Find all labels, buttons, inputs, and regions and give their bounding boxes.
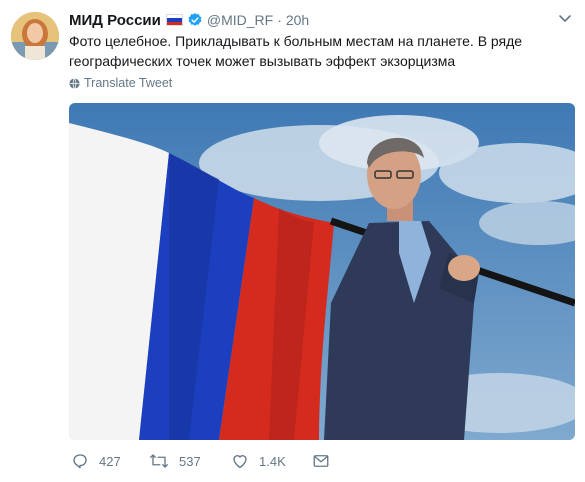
like-count: 1.4K (259, 453, 286, 469)
tweet-header: МИД России @MID_RF · 20h (69, 10, 309, 30)
reply-count: 427 (99, 453, 121, 469)
retweet-count: 537 (179, 453, 201, 469)
like-icon (233, 455, 247, 469)
tweet-photo[interactable] (69, 103, 575, 440)
display-name[interactable]: МИД России (69, 12, 161, 29)
reply-button[interactable]: 427 (71, 452, 121, 470)
tweet-actions: 427 537 1.4K (69, 452, 489, 476)
tweet-text: Фото целебное. Прикладывать к больным ме… (69, 33, 523, 69)
like-button[interactable]: 1.4K (231, 452, 286, 470)
chevron-down-icon[interactable] (557, 10, 573, 26)
photo-image (69, 103, 575, 440)
translate-link[interactable]: Translate Tweet (69, 76, 172, 90)
timestamp[interactable]: 20h (286, 12, 309, 28)
translate-label[interactable]: Translate Tweet (84, 76, 172, 90)
retweet-icon (150, 454, 168, 468)
direct-message-icon (313, 455, 329, 467)
separator-dot: · (277, 12, 282, 28)
globe-icon (69, 77, 80, 89)
reply-icon (73, 454, 87, 469)
user-handle[interactable]: @MID_RF (207, 12, 273, 28)
flag-russia-icon (165, 14, 183, 26)
tweet-card: МИД России @MID_RF · 20h Фото целебное. … (0, 0, 585, 482)
direct-message-button[interactable] (312, 452, 340, 470)
verified-badge-icon (188, 13, 202, 26)
retweet-button[interactable]: 537 (149, 452, 201, 470)
avatar[interactable] (11, 12, 59, 60)
